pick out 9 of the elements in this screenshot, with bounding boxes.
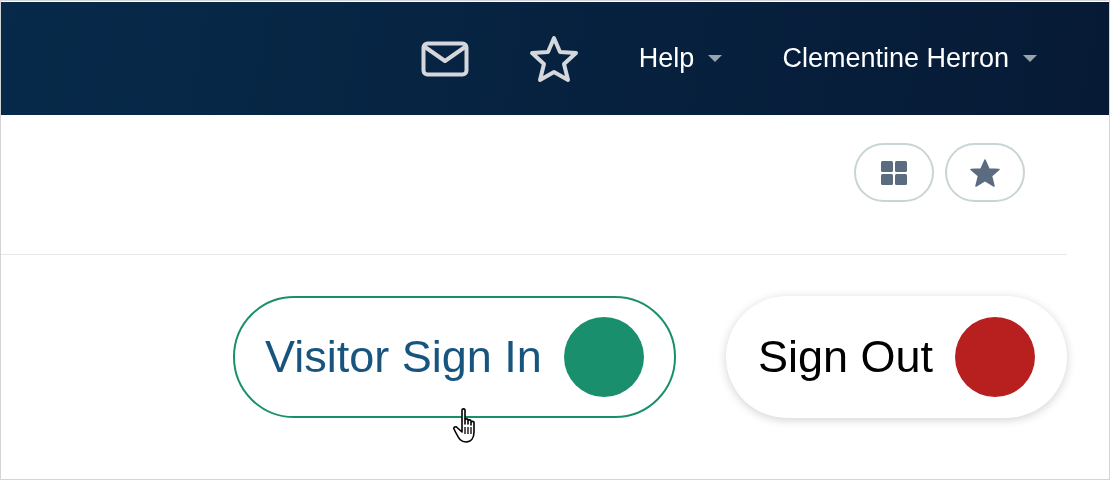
menu-button[interactable]: Clementine Herron	[782, 43, 1037, 74]
menu-button[interactable]: Help	[638, 43, 723, 74]
caret-icon	[708, 55, 723, 62]
star-icon[interactable]	[528, 34, 579, 83]
mail-icon[interactable]	[420, 40, 469, 77]
grid-icon	[881, 160, 907, 185]
star-icon	[970, 158, 1000, 187]
caret-icon	[1023, 55, 1037, 62]
action-button[interactable]: Sign Out	[725, 296, 1067, 418]
